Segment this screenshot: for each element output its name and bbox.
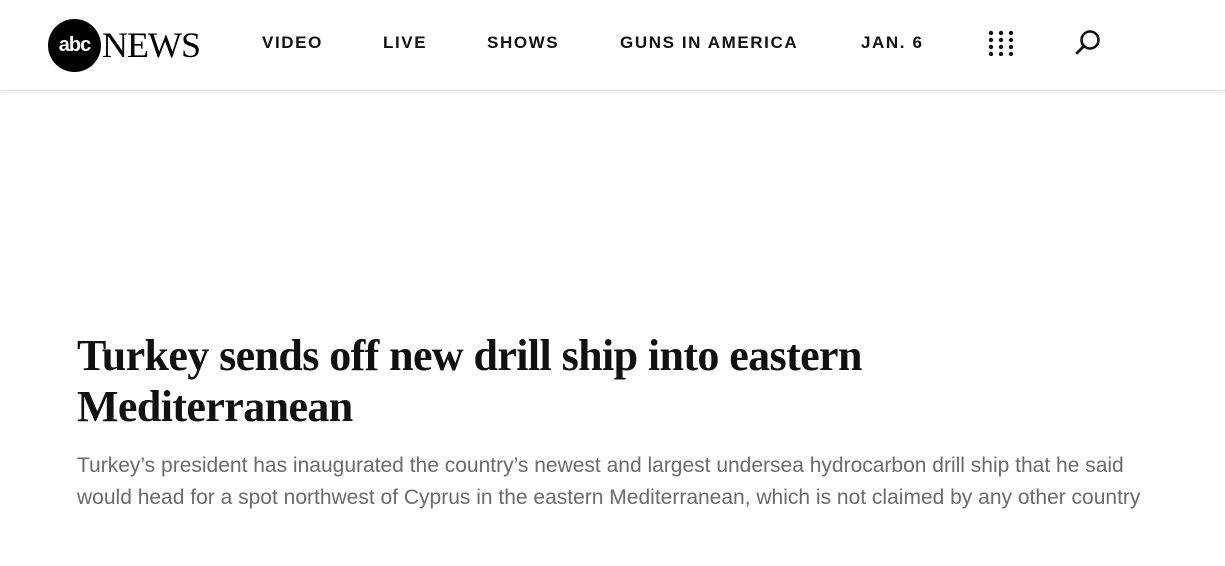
site-header: abc NEWS VIDEO LIVE SHOWS GUNS IN AMERIC…: [0, 0, 1225, 91]
abc-logo-circle: abc: [48, 18, 101, 72]
grid-dots-svg: [988, 30, 1014, 57]
nav-item-shows[interactable]: SHOWS: [487, 33, 559, 53]
nav-item-guns-in-america[interactable]: GUNS IN AMERICA: [620, 33, 798, 53]
grid-dots-icon[interactable]: [988, 30, 1014, 57]
abc-news-logo[interactable]: abc NEWS: [48, 17, 201, 73]
search-icon[interactable]: [1073, 28, 1103, 58]
nav-item-jan-6[interactable]: JAN. 6: [861, 33, 924, 53]
article-dek: Turkey’s president has inaugurated the c…: [77, 454, 1141, 509]
article-headline: Turkey sends off new drill ship into eas…: [77, 331, 862, 431]
news-logo-word: NEWS: [102, 25, 201, 65]
nav-item-video[interactable]: VIDEO: [262, 33, 323, 53]
nav-item-live[interactable]: LIVE: [383, 33, 427, 53]
search-svg: [1075, 30, 1100, 55]
